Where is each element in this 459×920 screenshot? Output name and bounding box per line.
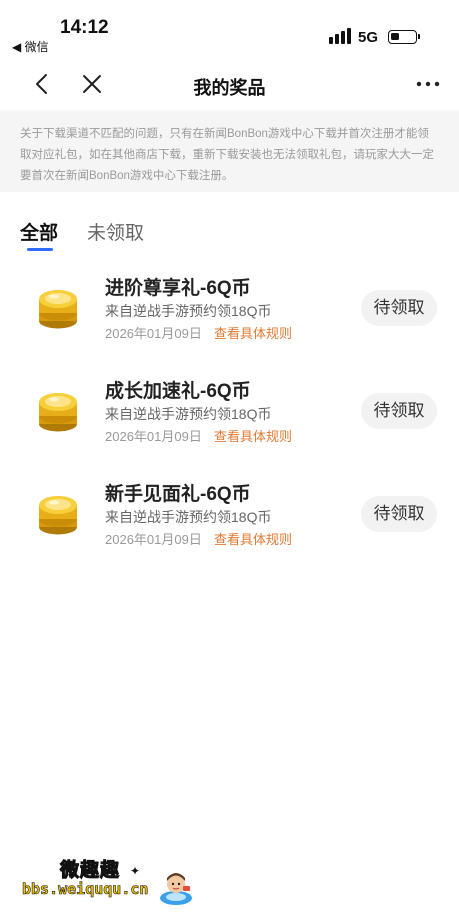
claim-button[interactable]: 待领取 xyxy=(361,393,437,429)
prize-title: 新手见面礼-6Q币 xyxy=(105,484,251,505)
network-type: 5G xyxy=(358,29,379,46)
tab-all[interactable]: 全部 xyxy=(20,218,58,245)
coin-stack-icon xyxy=(39,290,77,329)
notice-banner: 关于下载渠道不匹配的问题，只有在新闻BonBon游戏中心下载并首次注册才能领取对… xyxy=(0,110,459,192)
prize-list: 进阶尊享礼-6Q币 来自逆战手游预约领18Q币 2026年01月09日 查看具体… xyxy=(0,260,459,569)
sparkle-icon: ✦ xyxy=(130,864,141,878)
prize-date: 2026年01月09日 xyxy=(105,532,202,547)
prize-item: 新手见面礼-6Q币 来自逆战手游预约领18Q币 2026年01月09日 查看具体… xyxy=(0,466,459,569)
status-bar: 14:12 ◀ 微信 5G xyxy=(0,0,459,58)
prize-source: 来自逆战手游预约领18Q币 xyxy=(105,303,272,319)
prize-source: 来自逆战手游预约领18Q币 xyxy=(105,406,272,422)
view-rules-link[interactable]: 查看具体规则 xyxy=(214,323,292,342)
battery-tip xyxy=(418,34,420,39)
mascot-icon xyxy=(160,873,192,905)
tab-unclaimed[interactable]: 未领取 xyxy=(87,218,144,245)
back-to-app-link[interactable]: ◀ 微信 xyxy=(12,38,49,55)
prize-item: 成长加速礼-6Q币 来自逆战手游预约领18Q币 2026年01月09日 查看具体… xyxy=(0,363,459,466)
active-tab-indicator xyxy=(27,248,53,251)
nav-bar: 我的奖品 xyxy=(0,58,459,110)
prize-title: 成长加速礼-6Q币 xyxy=(105,381,251,402)
coin-stack-icon xyxy=(39,393,77,432)
view-rules-link[interactable]: 查看具体规则 xyxy=(214,426,292,445)
battery-icon xyxy=(388,30,417,44)
view-rules-link[interactable]: 查看具体规则 xyxy=(214,529,292,548)
claim-button[interactable]: 待领取 xyxy=(361,496,437,532)
notice-text: 关于下载渠道不匹配的问题，只有在新闻BonBon游戏中心下载并首次注册才能领取对… xyxy=(20,128,434,182)
claim-button[interactable]: 待领取 xyxy=(361,290,437,326)
watermark-title: 微趣趣 xyxy=(59,860,121,882)
tab-bar: 全部 未领取 xyxy=(0,214,459,254)
prize-source: 来自逆战手游预约领18Q币 xyxy=(105,509,272,525)
signal-icon xyxy=(329,28,351,44)
prize-item: 进阶尊享礼-6Q币 来自逆战手游预约领18Q币 2026年01月09日 查看具体… xyxy=(0,260,459,363)
watermark-url: bbs.weiququ.cn xyxy=(22,880,149,899)
page-title: 我的奖品 xyxy=(193,78,266,98)
prize-title: 进阶尊享礼-6Q币 xyxy=(105,278,251,299)
coin-stack-icon xyxy=(39,496,77,535)
prize-date: 2026年01月09日 xyxy=(105,326,202,341)
status-time: 14:12 xyxy=(60,17,109,38)
more-icon[interactable] xyxy=(414,72,442,96)
prize-date: 2026年01月09日 xyxy=(105,429,202,444)
